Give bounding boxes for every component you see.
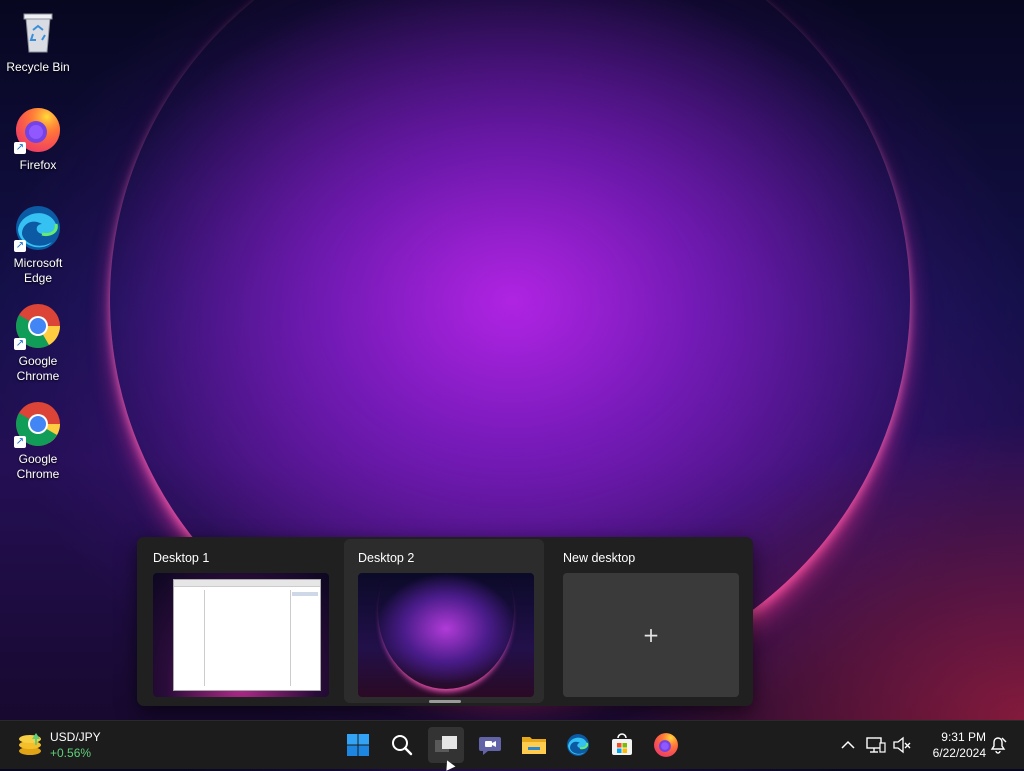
desktop-label: New desktop [563, 551, 636, 565]
desktop-icon-edge[interactable]: ↗ Microsoft Edge [4, 204, 72, 286]
firefox-button[interactable] [648, 727, 684, 763]
start-button[interactable] [340, 727, 376, 763]
edge-button[interactable] [560, 727, 596, 763]
desktop-thumbnail [153, 573, 329, 697]
desktop-icon-label: Microsoft Edge [13, 256, 63, 285]
plus-icon: + [642, 623, 660, 647]
volume-button[interactable] [890, 733, 914, 757]
shortcut-arrow-icon: ↗ [14, 436, 26, 448]
network-wired-icon [866, 737, 886, 753]
file-explorer-icon [522, 737, 546, 754]
chrome-icon: ↗ [14, 302, 62, 350]
desktop-icon-firefox[interactable]: ↗ Firefox [4, 106, 72, 173]
file-explorer-button[interactable] [516, 727, 552, 763]
edge-icon [567, 734, 589, 756]
widgets-button[interactable]: USD/JPY +0.56% [16, 729, 101, 762]
volume-muted-icon [893, 736, 911, 754]
start-icon [347, 734, 369, 756]
task-view-panel: Desktop 1 Desktop 2 New desktop + [137, 537, 753, 706]
store-button[interactable] [604, 727, 640, 763]
notifications-button[interactable] [986, 733, 1010, 757]
desktop-icon-label: Google Chrome [16, 354, 60, 383]
shortcut-arrow-icon: ↗ [14, 240, 26, 252]
new-desktop-tile[interactable]: + [563, 573, 739, 697]
search-button[interactable] [384, 727, 420, 763]
firefox-icon: ↗ [14, 106, 62, 154]
desktop-label: Desktop 1 [153, 551, 210, 565]
search-icon [392, 735, 413, 756]
desktop-label: Desktop 2 [358, 551, 415, 565]
window-preview [173, 579, 321, 691]
clock[interactable]: 9:31 PM 6/22/2024 [918, 729, 986, 761]
widget-symbol: USD/JPY [50, 730, 101, 744]
desktop-icon-chrome[interactable]: ↗ Google Chrome [4, 302, 72, 384]
shortcut-arrow-icon: ↗ [14, 142, 26, 154]
network-button[interactable] [864, 733, 888, 757]
recycle-bin-icon [14, 8, 62, 56]
clock-time: 9:31 PM [941, 730, 986, 744]
store-icon [612, 733, 632, 755]
desktop-icon-recycle-bin[interactable]: Recycle Bin [4, 8, 72, 75]
widget-change: +0.56% [50, 746, 92, 760]
desktop-icon-label: Recycle Bin [6, 60, 70, 74]
scroll-grip[interactable] [429, 700, 461, 703]
currency-icon [19, 733, 41, 755]
edge-icon: ↗ [14, 204, 62, 252]
virtual-desktop-2[interactable]: Desktop 2 [344, 539, 544, 703]
teams-chat-icon [479, 737, 501, 755]
task-view-icon [435, 736, 457, 752]
shortcut-arrow-icon: ↗ [14, 338, 26, 350]
clock-date: 6/22/2024 [932, 746, 986, 760]
show-hidden-icons-button[interactable] [836, 733, 860, 757]
notification-bell-icon [990, 737, 1007, 754]
new-desktop[interactable]: New desktop + [549, 539, 749, 703]
task-view-button[interactable] [428, 727, 464, 763]
teams-chat-button[interactable] [472, 727, 508, 763]
chrome-icon: ↗ [14, 400, 62, 448]
firefox-icon [654, 733, 678, 757]
taskbar: USD/JPY +0.56% 9:31 PM 6/22/2024 [0, 720, 1024, 769]
desktop-icon-label: Firefox [19, 158, 57, 172]
desktop-icon-label: Google Chrome [16, 452, 60, 481]
desktop-icon-chrome-2[interactable]: ↗ Google Chrome [4, 400, 72, 482]
chevron-up-icon [841, 740, 855, 749]
desktop-thumbnail [358, 573, 534, 697]
virtual-desktop-1[interactable]: Desktop 1 [139, 539, 339, 703]
